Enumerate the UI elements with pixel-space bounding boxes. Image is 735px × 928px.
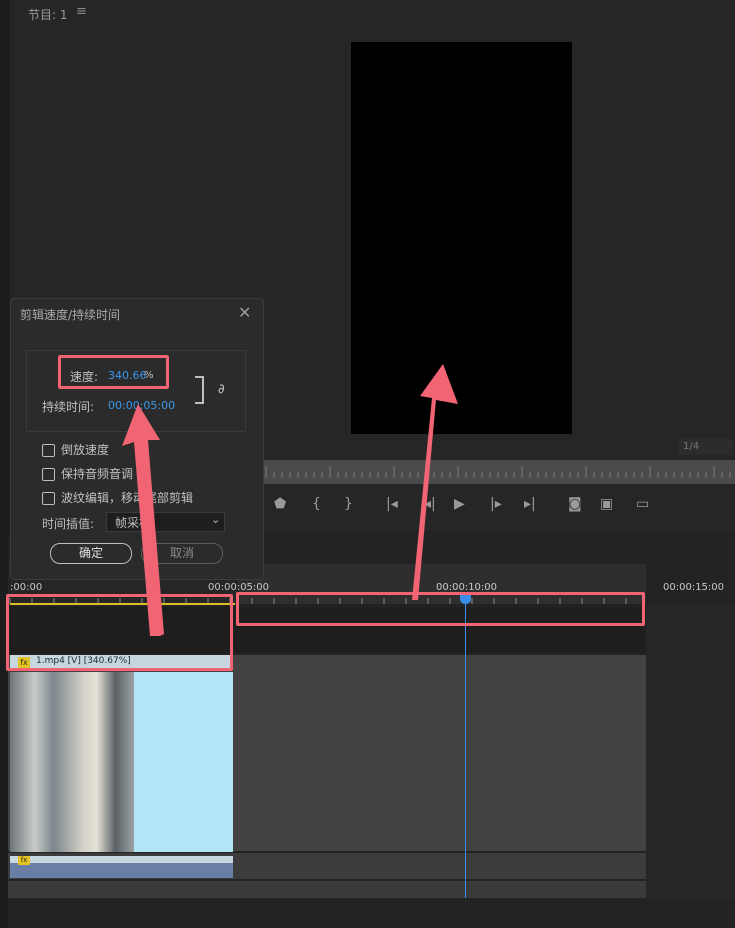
annotation-arrows <box>122 364 458 636</box>
arrow-to-preview <box>410 364 458 600</box>
arrow-to-speed <box>122 404 164 636</box>
